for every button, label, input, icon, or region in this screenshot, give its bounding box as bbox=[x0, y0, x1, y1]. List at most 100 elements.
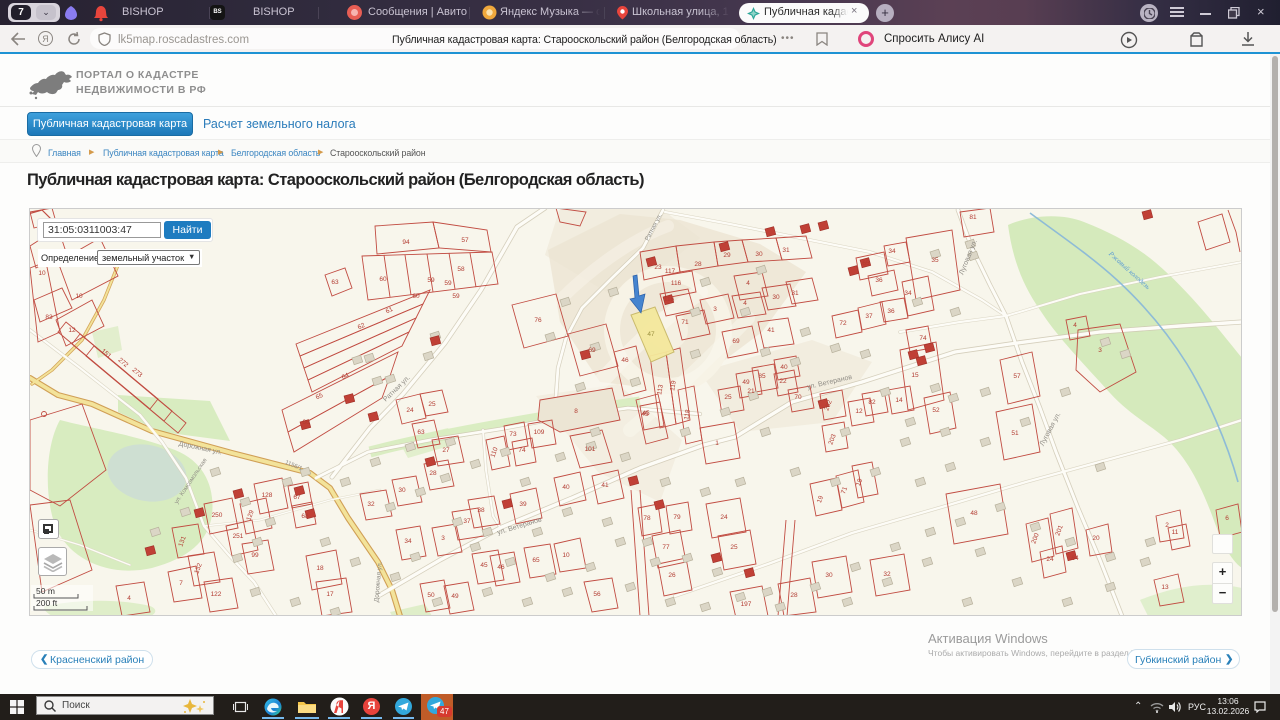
svg-text:101: 101 bbox=[585, 446, 596, 453]
svg-text:20: 20 bbox=[1092, 535, 1100, 542]
svg-text:28: 28 bbox=[790, 592, 798, 599]
svg-text:26: 26 bbox=[668, 572, 676, 579]
svg-text:31: 31 bbox=[791, 290, 799, 297]
svg-text:73: 73 bbox=[509, 431, 517, 438]
svg-text:28: 28 bbox=[429, 470, 437, 477]
svg-text:38: 38 bbox=[477, 507, 485, 514]
svg-text:117: 117 bbox=[665, 268, 676, 275]
svg-text:99: 99 bbox=[251, 552, 259, 559]
svg-text:8: 8 bbox=[574, 408, 578, 415]
svg-text:197: 197 bbox=[741, 601, 752, 608]
svg-text:77: 77 bbox=[662, 544, 670, 551]
svg-text:94: 94 bbox=[402, 239, 410, 246]
svg-text:25: 25 bbox=[428, 401, 436, 408]
svg-text:34: 34 bbox=[888, 248, 896, 255]
svg-text:24: 24 bbox=[720, 514, 728, 521]
svg-text:10: 10 bbox=[562, 552, 570, 559]
svg-text:24: 24 bbox=[406, 407, 414, 414]
svg-text:45: 45 bbox=[642, 410, 650, 417]
svg-text:28: 28 bbox=[694, 261, 702, 268]
svg-text:59: 59 bbox=[427, 277, 435, 284]
svg-text:25: 25 bbox=[730, 544, 738, 551]
svg-text:1: 1 bbox=[715, 440, 719, 447]
svg-text:3: 3 bbox=[441, 535, 445, 542]
svg-text:60: 60 bbox=[379, 276, 387, 283]
svg-text:41: 41 bbox=[767, 327, 775, 334]
svg-text:72: 72 bbox=[839, 320, 847, 327]
svg-text:21: 21 bbox=[747, 388, 755, 395]
svg-text:27: 27 bbox=[442, 447, 450, 454]
svg-text:37: 37 bbox=[865, 313, 873, 320]
svg-text:65: 65 bbox=[862, 260, 870, 267]
svg-text:10: 10 bbox=[75, 293, 83, 300]
svg-text:59: 59 bbox=[452, 293, 460, 300]
svg-text:15: 15 bbox=[911, 372, 919, 379]
svg-text:2: 2 bbox=[1165, 522, 1169, 529]
svg-text:35: 35 bbox=[931, 257, 939, 264]
svg-text:22: 22 bbox=[779, 378, 787, 385]
svg-text:128: 128 bbox=[262, 492, 273, 499]
svg-text:69: 69 bbox=[588, 347, 596, 354]
svg-text:116: 116 bbox=[671, 280, 682, 287]
svg-text:69: 69 bbox=[732, 338, 740, 345]
svg-text:48: 48 bbox=[970, 510, 978, 517]
svg-text:58: 58 bbox=[457, 266, 465, 273]
svg-text:65: 65 bbox=[532, 557, 540, 564]
svg-text:109: 109 bbox=[534, 429, 545, 436]
svg-text:76: 76 bbox=[534, 317, 542, 324]
svg-text:34: 34 bbox=[904, 290, 912, 297]
svg-text:41: 41 bbox=[601, 482, 609, 489]
svg-text:46: 46 bbox=[497, 564, 505, 571]
svg-text:32: 32 bbox=[367, 501, 375, 508]
svg-text:67: 67 bbox=[293, 494, 301, 501]
svg-text:60: 60 bbox=[412, 293, 420, 300]
svg-text:32: 32 bbox=[883, 571, 891, 578]
svg-text:25: 25 bbox=[724, 394, 732, 401]
svg-text:7: 7 bbox=[179, 580, 183, 587]
svg-text:30: 30 bbox=[825, 572, 833, 579]
svg-text:64: 64 bbox=[1071, 555, 1079, 562]
svg-text:30: 30 bbox=[772, 294, 780, 301]
svg-text:4: 4 bbox=[1073, 322, 1077, 329]
svg-text:56: 56 bbox=[593, 591, 601, 598]
svg-text:23: 23 bbox=[654, 264, 662, 271]
svg-text:12: 12 bbox=[855, 408, 863, 415]
svg-text:45: 45 bbox=[480, 562, 488, 569]
svg-text:4: 4 bbox=[127, 595, 131, 602]
svg-text:13: 13 bbox=[1161, 584, 1169, 591]
svg-text:51: 51 bbox=[1011, 430, 1019, 437]
svg-text:250: 250 bbox=[212, 512, 223, 519]
svg-text:40: 40 bbox=[780, 364, 788, 371]
svg-text:70: 70 bbox=[794, 394, 802, 401]
svg-text:63: 63 bbox=[417, 429, 425, 436]
svg-text:17: 17 bbox=[326, 591, 334, 598]
svg-text:79: 79 bbox=[673, 514, 681, 521]
svg-text:46: 46 bbox=[621, 357, 629, 364]
svg-text:116: 116 bbox=[664, 296, 675, 303]
svg-text:49: 49 bbox=[742, 379, 750, 386]
svg-text:59: 59 bbox=[444, 280, 452, 287]
svg-text:6: 6 bbox=[1225, 515, 1229, 522]
svg-text:81: 81 bbox=[969, 214, 977, 221]
svg-text:47: 47 bbox=[647, 331, 655, 338]
svg-text:66: 66 bbox=[302, 419, 310, 426]
svg-text:40: 40 bbox=[562, 484, 570, 491]
svg-text:12: 12 bbox=[68, 327, 76, 334]
svg-text:57: 57 bbox=[1013, 373, 1021, 380]
svg-text:36: 36 bbox=[887, 308, 895, 315]
svg-text:74: 74 bbox=[518, 447, 526, 454]
svg-text:24: 24 bbox=[1046, 556, 1054, 563]
svg-text:39: 39 bbox=[519, 501, 527, 508]
svg-text:83: 83 bbox=[45, 314, 53, 321]
svg-text:34: 34 bbox=[404, 538, 412, 545]
svg-text:4: 4 bbox=[746, 280, 750, 287]
svg-text:74: 74 bbox=[919, 335, 927, 342]
svg-text:36: 36 bbox=[875, 277, 883, 284]
svg-text:31: 31 bbox=[782, 247, 790, 254]
svg-text:50: 50 bbox=[427, 592, 435, 599]
svg-text:63: 63 bbox=[331, 279, 339, 286]
svg-text:30: 30 bbox=[755, 251, 763, 258]
svg-text:29: 29 bbox=[723, 252, 731, 259]
svg-text:3: 3 bbox=[713, 306, 717, 313]
svg-text:14: 14 bbox=[895, 397, 903, 404]
